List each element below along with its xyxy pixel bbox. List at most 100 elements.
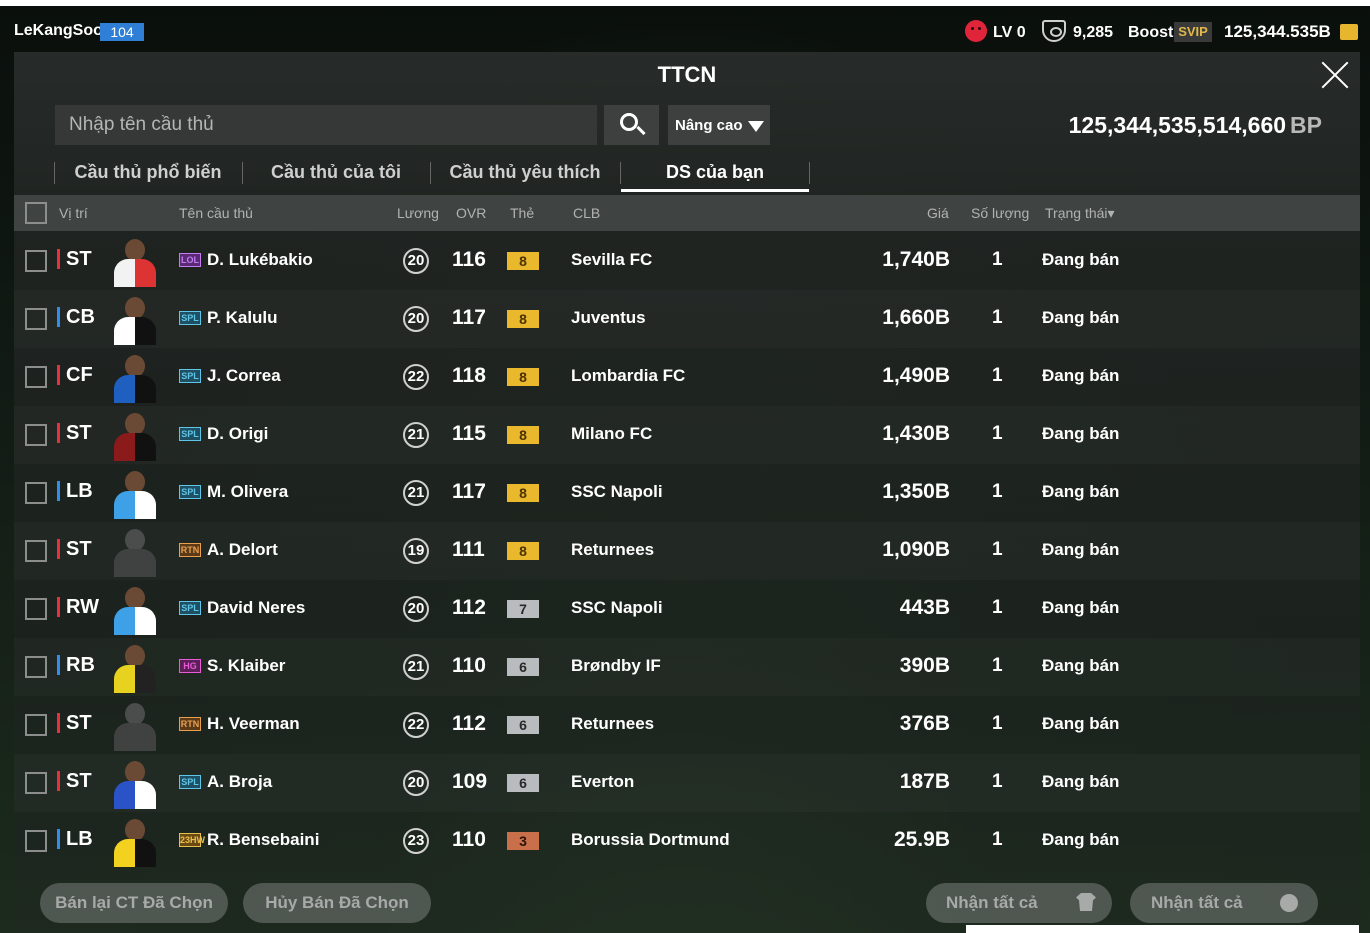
player-avatar[interactable] — [110, 815, 160, 867]
row-checkbox[interactable] — [25, 656, 47, 678]
player-avatar[interactable] — [110, 235, 160, 287]
price-value: 390B — [899, 654, 950, 677]
salary-badge: 21 — [403, 422, 429, 448]
player-avatar[interactable] — [110, 293, 160, 345]
search-input[interactable] — [55, 105, 597, 145]
price-value: 1,350B — [882, 480, 950, 503]
table-row[interactable]: ST SPL D. Origi 21 115 8 Milano FC 1,430B 1 Đang … — [14, 406, 1360, 464]
player-position: ST — [57, 713, 92, 733]
svip-badge[interactable]: SVIP — [1174, 22, 1212, 42]
salary-badge: 20 — [403, 596, 429, 622]
player-name[interactable]: S. Klaiber — [207, 656, 285, 676]
table-row[interactable]: CB SPL P. Kalulu 20 117 8 Juventus 1,660B 1 Đang … — [14, 290, 1360, 348]
club-name: Sevilla FC — [571, 250, 653, 269]
player-avatar[interactable] — [110, 351, 160, 403]
row-checkbox[interactable] — [25, 366, 47, 388]
avatar-head — [125, 239, 145, 261]
season-badge: SPL — [179, 775, 201, 789]
tab-bar: Cầu thủ phổ biến Cầu thủ của tôi Cầu thủ… — [54, 152, 824, 194]
claim-all-items-button[interactable]: Nhận tất cả — [926, 883, 1112, 923]
row-checkbox[interactable] — [25, 250, 47, 272]
advanced-filter-dropdown[interactable]: Nâng cao — [668, 105, 770, 145]
card-grade: 8 — [507, 310, 539, 328]
row-checkbox[interactable] — [25, 772, 47, 794]
card-grade: 8 — [507, 484, 539, 502]
ovr-value: 118 — [452, 364, 486, 387]
tab-your-listings[interactable]: DS của bạn — [621, 152, 809, 192]
status-text: Đang bán — [1042, 250, 1120, 269]
table-row[interactable]: RW SPL David Neres 20 112 7 SSC Napoli 443B 1 Đan… — [14, 580, 1360, 638]
row-checkbox[interactable] — [25, 482, 47, 504]
col-club[interactable]: CLB — [573, 205, 600, 221]
player-avatar[interactable] — [110, 699, 160, 751]
table-row[interactable]: CF SPL J. Correa 22 118 8 Lombardia FC 1,490B 1 Đ… — [14, 348, 1360, 406]
player-avatar[interactable] — [110, 641, 160, 693]
player-name[interactable]: D. Lukébakio — [207, 250, 313, 270]
player-name[interactable]: R. Bensebaini — [207, 830, 319, 850]
bp-balance: 125,344,535,514,660 BP — [1069, 112, 1322, 139]
player-name[interactable]: D. Origi — [207, 424, 268, 444]
col-price[interactable]: Giá — [927, 205, 949, 221]
col-status[interactable]: Trạng thái▾ — [1045, 205, 1115, 222]
table-row[interactable]: ST RTN H. Veerman 22 112 6 Returnees 376B 1 Đang … — [14, 696, 1360, 754]
season-badge: SPL — [179, 369, 201, 383]
player-avatar[interactable] — [110, 409, 160, 461]
shield-icon — [1042, 20, 1066, 42]
player-position: ST — [57, 539, 92, 559]
col-salary[interactable]: Lương — [397, 205, 439, 221]
player-avatar[interactable] — [110, 467, 160, 519]
player-name[interactable]: A. Delort — [207, 540, 278, 560]
close-icon[interactable] — [1320, 60, 1350, 90]
season-badge: LOL — [179, 253, 201, 267]
player-name[interactable]: A. Broja — [207, 772, 272, 792]
tab-favorite-players[interactable]: Cầu thủ yêu thích — [430, 152, 620, 192]
col-position[interactable]: Vị trí — [59, 205, 88, 221]
col-card[interactable]: Thẻ — [510, 205, 534, 221]
table-row[interactable]: ST RTN A. Delort 19 111 8 Returnees 1,090B 1 Đang… — [14, 522, 1360, 580]
player-avatar[interactable] — [110, 757, 160, 809]
card-grade: 3 — [507, 832, 539, 850]
row-checkbox[interactable] — [25, 308, 47, 330]
player-name[interactable]: M. Olivera — [207, 482, 288, 502]
table-row[interactable]: ST LOL D. Lukébakio 20 116 8 Sevilla FC 1,740B 1… — [14, 232, 1360, 290]
player-name[interactable]: P. Kalulu — [207, 308, 278, 328]
price-value: 1,490B — [882, 364, 950, 387]
row-checkbox[interactable] — [25, 540, 47, 562]
row-checkbox[interactable] — [25, 424, 47, 446]
tab-popular-players[interactable]: Cầu thủ phổ biến — [54, 152, 242, 192]
search-icon — [620, 113, 638, 131]
avatar-body — [114, 317, 156, 345]
club-name: Returnees — [571, 540, 655, 559]
row-checkbox[interactable] — [25, 598, 47, 620]
cancel-selected-button[interactable]: Hủy Bán Đã Chọn — [243, 883, 431, 923]
search-button[interactable] — [604, 105, 659, 145]
salary-badge: 22 — [403, 712, 429, 738]
boost-label[interactable]: Boost — [1128, 24, 1173, 42]
table-row[interactable]: LB SPL M. Olivera 21 117 8 SSC Napoli 1,350B 1 Đa… — [14, 464, 1360, 522]
player-name[interactable]: David Neres — [207, 598, 305, 618]
table-row[interactable]: RB HG S. Klaiber 21 110 6 Brøndby IF 390B 1 Đang … — [14, 638, 1360, 696]
resell-selected-button[interactable]: Bán lại CT Đã Chọn — [40, 883, 228, 923]
row-checkbox[interactable] — [25, 714, 47, 736]
player-position: LB — [57, 829, 93, 849]
level-badge: 104 — [100, 23, 144, 41]
player-avatar[interactable] — [110, 583, 160, 635]
claim-all-bp-button[interactable]: Nhận tất cả — [1130, 883, 1318, 923]
player-name[interactable]: H. Veerman — [207, 714, 300, 734]
price-value: 1,090B — [882, 538, 950, 561]
tab-my-players[interactable]: Cầu thủ của tôi — [242, 152, 430, 192]
table-row[interactable]: LB 23HW R. Bensebaini 23 110 3 Borussia Dortmu… — [14, 812, 1360, 870]
player-avatar[interactable] — [110, 525, 160, 577]
select-all-checkbox[interactable] — [25, 202, 47, 224]
player-name[interactable]: J. Correa — [207, 366, 281, 386]
player-position: ST — [57, 423, 92, 443]
col-quantity[interactable]: Số lượng — [971, 205, 1029, 221]
avatar-body — [114, 549, 156, 577]
col-player-name[interactable]: Tên cầu thủ — [179, 205, 253, 221]
table-row[interactable]: ST SPL A. Broja 20 109 6 Everton 187B 1 Đang bán — [14, 754, 1360, 812]
avatar-body — [114, 433, 156, 461]
row-checkbox[interactable] — [25, 830, 47, 852]
col-ovr[interactable]: OVR — [456, 205, 486, 221]
ovr-value: 117 — [452, 480, 486, 503]
bp-coin-icon — [1280, 894, 1298, 912]
